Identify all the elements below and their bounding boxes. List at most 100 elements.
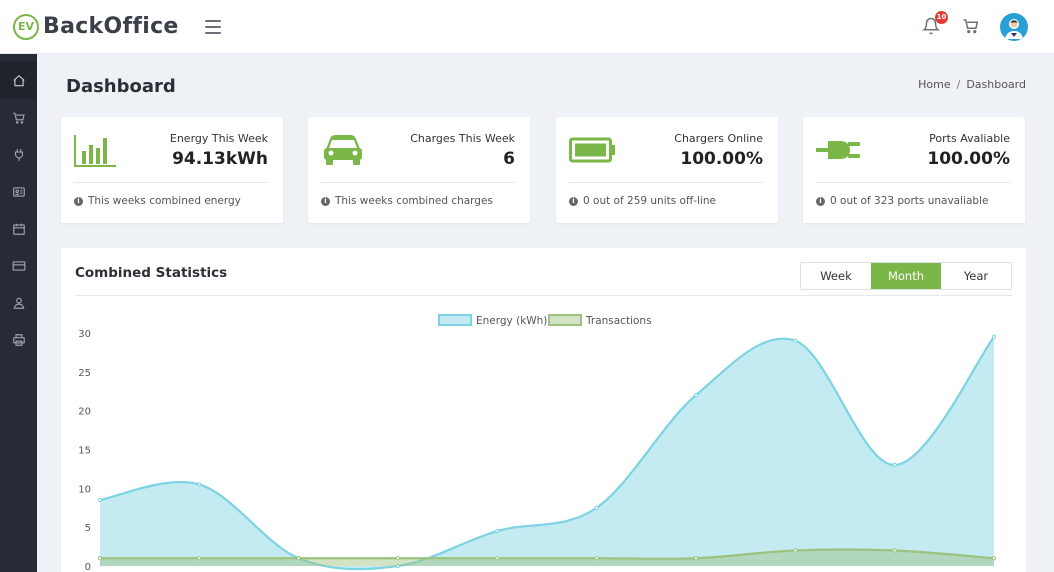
breadcrumb-home-link[interactable]: Home: [918, 78, 950, 91]
y-tick-label: 5: [85, 523, 91, 534]
calendar-icon: [12, 223, 25, 235]
bar-chart-icon: [74, 133, 118, 167]
brand[interactable]: EV BackOffice: [13, 13, 179, 40]
data-point: [296, 556, 301, 561]
plug-icon: [816, 133, 860, 167]
y-tick-label: 15: [78, 446, 91, 457]
id-card-icon: [12, 186, 25, 197]
sidebar-item-home[interactable]: [0, 62, 37, 99]
combined-statistics-chart: 0 5 10 15 20 25 30 Energy (kWh) Transactions: [78, 314, 997, 572]
y-tick-label: 0: [85, 562, 91, 572]
data-point: [495, 556, 500, 561]
y-tick-label: 20: [78, 407, 91, 418]
legend-label: Energy (kWh): [476, 315, 547, 327]
data-point: [97, 556, 103, 561]
info-icon: i: [569, 196, 578, 206]
chargers-card: Chargers Online 100.00% i 0 out of 259 un…: [556, 117, 778, 223]
ports-card: Ports Avaliable 100.00% i 0 out of 323 po…: [803, 117, 1025, 223]
user-avatar[interactable]: [1000, 12, 1028, 41]
data-point: [693, 393, 699, 398]
card-footer: i 0 out of 259 units off-line: [569, 195, 716, 207]
home-icon: [12, 74, 25, 86]
data-point: [693, 556, 699, 561]
card-divider: [816, 182, 1010, 183]
top-bar: EV BackOffice 10: [0, 0, 1054, 54]
period-year-button[interactable]: Year: [941, 263, 1011, 289]
card-footer: i This weeks combined energy: [74, 195, 241, 207]
card-footer-text: 0 out of 323 ports unavaliable: [830, 195, 989, 207]
data-point: [991, 334, 997, 339]
info-icon: i: [816, 196, 825, 206]
legend-swatch: [438, 314, 472, 326]
data-point: [594, 505, 599, 510]
notification-badge: 10: [935, 10, 948, 24]
breadcrumb: Home / Dashboard: [918, 78, 1026, 91]
card-value: 100.00%: [927, 149, 1010, 169]
energy-card: Energy This Week 94.13kWh i This weeks co…: [61, 117, 283, 223]
breadcrumb-current: Dashboard: [966, 78, 1026, 91]
data-point: [395, 556, 401, 561]
cart-icon[interactable]: [962, 17, 982, 37]
menu-toggle-icon[interactable]: [204, 19, 221, 34]
card-label: Chargers Online: [674, 132, 763, 145]
sidebar-item-calendar[interactable]: [0, 210, 37, 247]
sidebar-item-users[interactable]: [0, 284, 37, 321]
data-point: [495, 528, 500, 534]
notification-bell-icon[interactable]: 10: [921, 10, 948, 37]
legend-label: Transactions: [585, 315, 652, 327]
sidebar-item-reports[interactable]: [0, 321, 37, 358]
stats-title: Combined Statistics: [75, 265, 228, 281]
sidebar: [0, 54, 37, 572]
battery-icon: [569, 133, 615, 167]
card-value: 94.13kWh: [172, 149, 268, 169]
sidebar-item-cards[interactable]: [0, 173, 37, 210]
card-footer-text: 0 out of 259 units off-line: [583, 195, 716, 207]
card-value: 6: [503, 149, 515, 169]
charges-card: Charges This Week 6 i This weeks combined…: [308, 117, 530, 223]
y-tick-label: 30: [78, 329, 91, 340]
sidebar-item-payments[interactable]: [0, 247, 37, 284]
sidebar-item-chargers[interactable]: [0, 136, 37, 173]
card-footer: i 0 out of 323 ports unavaliable: [816, 195, 988, 207]
data-point: [197, 482, 202, 487]
car-icon: [321, 133, 365, 167]
printer-icon: [12, 333, 25, 346]
breadcrumb-separator: /: [956, 78, 961, 91]
card-label: Energy This Week: [169, 132, 268, 145]
series-area-0: [100, 336, 994, 570]
combined-statistics-panel: Combined Statistics Week Month Year 0 5 10…: [61, 248, 1026, 572]
brand-name: BackOffice: [43, 14, 179, 39]
card-divider: [569, 182, 763, 183]
card-label: Ports Avaliable: [929, 132, 1010, 145]
brand-logo: EV: [13, 13, 39, 40]
credit-card-icon: [12, 260, 25, 271]
card-divider: [321, 182, 515, 183]
card-footer: i This weeks combined charges: [321, 195, 493, 207]
card-value: 100.00%: [680, 149, 763, 169]
period-week-button[interactable]: Week: [801, 263, 871, 289]
period-selector: Week Month Year: [800, 262, 1012, 290]
y-tick-label: 25: [78, 368, 91, 379]
info-icon: i: [74, 196, 83, 206]
data-point: [594, 556, 599, 561]
data-point: [197, 556, 202, 561]
y-tick-label: 10: [78, 484, 91, 495]
data-point: [892, 462, 897, 468]
period-month-button[interactable]: Month: [871, 263, 941, 289]
data-point: [892, 548, 897, 553]
card-divider: [74, 182, 268, 183]
user-icon: [13, 297, 24, 309]
data-point: [97, 497, 103, 503]
data-point: [793, 548, 798, 553]
legend-swatch: [548, 314, 582, 326]
sidebar-item-shop[interactable]: [0, 99, 37, 136]
card-footer-text: This weeks combined charges: [335, 195, 493, 207]
card-label: Charges This Week: [410, 132, 515, 145]
data-point: [793, 338, 798, 343]
data-point: [991, 556, 997, 561]
plug-icon: [14, 148, 23, 161]
shopping-cart-icon: [12, 112, 25, 124]
card-footer-text: This weeks combined energy: [88, 195, 241, 207]
page-title: Dashboard: [66, 76, 176, 97]
info-icon: i: [321, 196, 330, 206]
